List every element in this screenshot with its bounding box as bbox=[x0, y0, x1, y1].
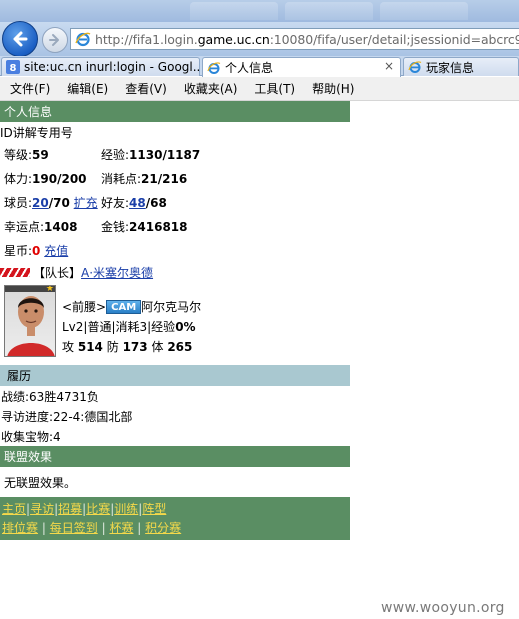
star-coin-stat: 星币:0 充值 bbox=[4, 243, 69, 258]
menu-bar: 文件(F) 编辑(E) 查看(V) 收藏夹(A) 工具(T) 帮助(H) bbox=[0, 77, 519, 101]
menu-edit[interactable]: 编辑(E) bbox=[67, 80, 108, 97]
background-window-tab bbox=[285, 2, 373, 20]
friends-stat: 好友:48/68 bbox=[101, 195, 167, 210]
back-arrow-icon bbox=[13, 31, 28, 47]
level-stat: 等级:59 bbox=[4, 147, 49, 162]
player-level-line: Lv2|普通|消耗3|经验0% bbox=[62, 320, 196, 334]
player-stats-line: 攻 514 防 173 体 265 bbox=[62, 340, 193, 354]
visit-progress-line: 寻访进度:22-4:德国北部 bbox=[1, 409, 133, 424]
tab-strip: 8 site:uc.cn inurl:login - Googl... 个人信息… bbox=[0, 56, 519, 77]
nav-points-link[interactable]: 积分赛 bbox=[145, 521, 181, 535]
captain-tag: 【队长】 bbox=[33, 266, 82, 280]
nav-recruit-link[interactable]: 招募 bbox=[58, 502, 82, 516]
id-line: ID讲解专用号 bbox=[0, 125, 73, 140]
page-content: 个人信息 ID讲解专用号 等级:59 经验:1130/1187 体力:190/2… bbox=[0, 101, 519, 540]
players-friends-row: 球员:20/70 扩充 好友:48/68 bbox=[0, 190, 519, 214]
stamina-row: 体力:190/200 消耗点:21/216 bbox=[0, 166, 519, 190]
nav-home-link[interactable]: 主页 bbox=[2, 502, 26, 516]
nav-match-link[interactable]: 比赛 bbox=[86, 502, 110, 516]
alliance-header: 联盟效果 bbox=[0, 446, 350, 467]
menu-favorites[interactable]: 收藏夹(A) bbox=[184, 80, 238, 97]
money-stat: 金钱:2416818 bbox=[101, 219, 188, 234]
collect-line: 收集宝物:4 bbox=[1, 429, 61, 444]
svg-text:8: 8 bbox=[10, 63, 17, 74]
tab-label: 个人信息 bbox=[225, 61, 274, 75]
record-line: 战绩:63胜4731负 bbox=[1, 389, 99, 404]
tab-google-search[interactable]: 8 site:uc.cn inurl:login - Googl... bbox=[1, 57, 200, 76]
ie-page-icon bbox=[408, 60, 422, 74]
forward-arrow-icon bbox=[49, 34, 59, 46]
nav-ranking-link[interactable]: 排位赛 bbox=[2, 521, 38, 535]
luck-money-row: 幸运点:1408 金钱:2416818 bbox=[0, 214, 519, 238]
captain-stripe-icon bbox=[0, 268, 30, 277]
tab-personal-info[interactable]: 个人信息 × bbox=[202, 57, 401, 77]
window-titlebar bbox=[0, 0, 519, 22]
player-avatar[interactable]: ★ bbox=[4, 285, 56, 357]
personal-info-header: 个人信息 bbox=[0, 101, 350, 122]
menu-file[interactable]: 文件(F) bbox=[10, 80, 50, 97]
players-count-link[interactable]: 20 bbox=[32, 196, 49, 210]
recharge-link[interactable]: 充值 bbox=[44, 244, 68, 258]
watermark: www.wooyun.org bbox=[381, 600, 505, 616]
player-info: <前腰> CAM 阿尔克马尔 Lv2|普通|消耗3|经验0% 攻 514 防 173… bbox=[62, 297, 201, 357]
close-tab-icon[interactable]: × bbox=[384, 59, 394, 73]
footer-row-1: 主页|寻访|招募|比赛|训练|阵型 bbox=[2, 502, 167, 516]
address-bar[interactable]: http://fifa1.login.game.uc.cn:10080/fifa… bbox=[70, 28, 519, 50]
position-badge: CAM bbox=[106, 300, 142, 314]
nav-formation-link[interactable]: 阵型 bbox=[142, 502, 166, 516]
address-url: http://fifa1.login.game.uc.cn:10080/fifa… bbox=[95, 31, 519, 47]
stamina-stat: 体力:190/200 bbox=[4, 171, 87, 186]
background-window-tab bbox=[190, 2, 278, 20]
ie-logo-icon bbox=[75, 32, 91, 47]
tab-label: site:uc.cn inurl:login - Googl... bbox=[24, 60, 200, 74]
history-header: 履历 bbox=[0, 365, 350, 386]
background-window-tab bbox=[380, 2, 468, 20]
ie-page-icon bbox=[207, 61, 221, 75]
nav-checkin-link[interactable]: 每日签到 bbox=[50, 521, 98, 535]
footer-row-2: 排位赛 | 每日签到 | 杯赛 | 积分赛 bbox=[2, 521, 182, 535]
star-coin-row: 星币:0 充值 bbox=[0, 238, 519, 262]
forward-button[interactable] bbox=[42, 27, 68, 53]
exp-stat: 经验:1130/1187 bbox=[101, 147, 201, 162]
footer-nav: 主页|寻访|招募|比赛|训练|阵型 排位赛 | 每日签到 | 杯赛 | 积分赛 bbox=[0, 497, 350, 540]
alliance-text: 无联盟效果。 bbox=[4, 475, 77, 490]
consume-stat: 消耗点:21/216 bbox=[101, 171, 188, 186]
menu-tools[interactable]: 工具(T) bbox=[254, 80, 295, 97]
player-position-line: <前腰> CAM 阿尔克马尔 bbox=[62, 300, 202, 314]
friends-count-link[interactable]: 48 bbox=[129, 196, 146, 210]
player-name: 阿尔克马尔 bbox=[141, 300, 202, 314]
expand-link[interactable]: 扩充 bbox=[74, 196, 98, 210]
level-exp-row: 等级:59 经验:1130/1187 bbox=[0, 142, 519, 166]
captain-row: 【队长】 A·米塞尔奥德 bbox=[0, 262, 519, 283]
luck-stat: 幸运点:1408 bbox=[4, 219, 78, 234]
captain-link[interactable]: A·米塞尔奥德 bbox=[81, 264, 153, 281]
nav-train-link[interactable]: 训练 bbox=[114, 502, 138, 516]
google-icon: 8 bbox=[6, 60, 20, 74]
player-card: ★ <前腰> CAM 阿尔克马尔 Lv2|普通|消耗3|经验0% 攻 514 防 1… bbox=[0, 283, 519, 365]
nav-visit-link[interactable]: 寻访 bbox=[30, 502, 54, 516]
tab-player-info[interactable]: 玩家信息 bbox=[403, 57, 519, 76]
tab-label: 玩家信息 bbox=[426, 60, 475, 75]
players-stat: 球员:20/70 扩充 bbox=[4, 195, 98, 210]
back-button[interactable] bbox=[2, 21, 38, 57]
nav-cup-link[interactable]: 杯赛 bbox=[109, 521, 133, 535]
menu-view[interactable]: 查看(V) bbox=[125, 80, 167, 97]
menu-help[interactable]: 帮助(H) bbox=[312, 80, 354, 97]
